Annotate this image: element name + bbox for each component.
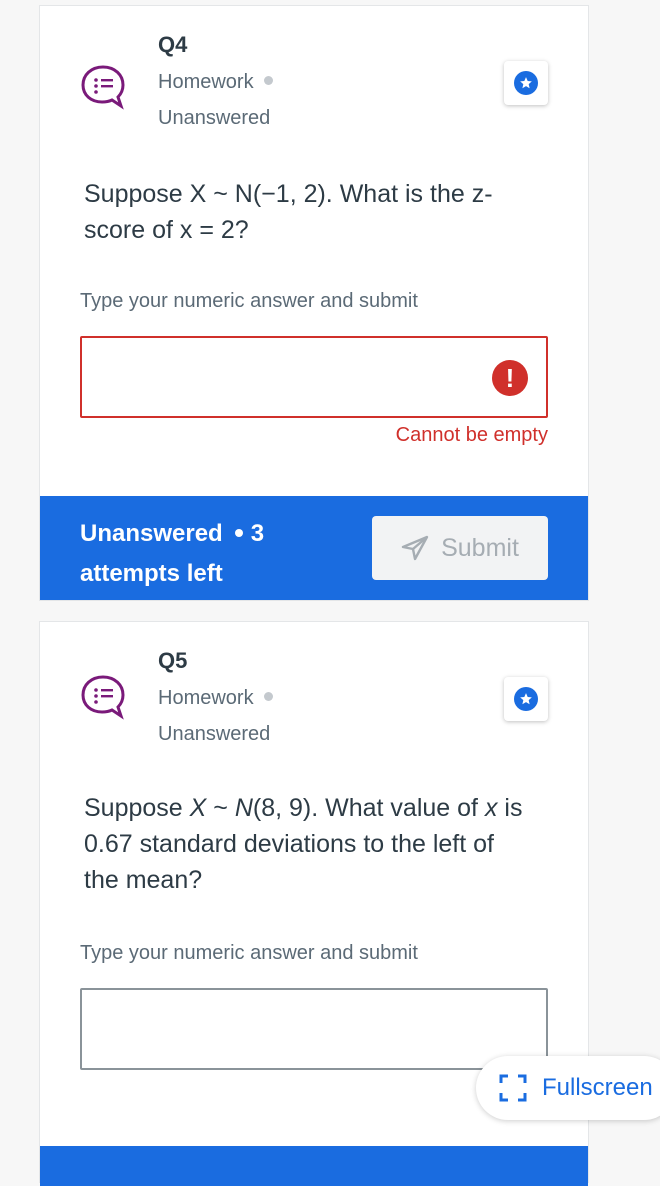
chat-bubble-list-icon — [80, 674, 126, 720]
question-text: Suppose X ~ N(8, 9). What value of x is … — [84, 790, 524, 898]
question-type: Homework — [158, 680, 273, 716]
fullscreen-label: Fullscreen — [542, 1074, 653, 1101]
star-button[interactable] — [504, 61, 548, 105]
attempts-status: Unanswered 3 attempts left — [80, 514, 320, 594]
answer-prompt: Type your numeric answer and submit — [80, 290, 418, 312]
answer-status: Unanswered — [80, 520, 223, 547]
question-text-variable: X — [189, 794, 207, 822]
question-footer — [40, 1146, 588, 1186]
star-icon — [514, 687, 538, 711]
error-message: Cannot be empty — [395, 424, 548, 446]
question-text-variable: x — [484, 794, 498, 822]
separator-dot — [263, 692, 273, 702]
question-footer: Unanswered 3 attempts left Submit — [40, 496, 588, 600]
answer-prompt: Type your numeric answer and submit — [80, 942, 418, 964]
submit-label: Submit — [441, 533, 519, 562]
question-type-label: Homework — [158, 71, 254, 93]
question-type: Homework — [158, 64, 273, 100]
answer-input[interactable] — [80, 988, 548, 1070]
submit-button[interactable]: Submit — [372, 516, 548, 580]
question-text-part: ~ — [206, 794, 235, 822]
error-icon: ! — [492, 360, 528, 396]
question-card-q4: Q4 Homework Unanswered Suppose X ~ N(−1,… — [40, 6, 588, 600]
answer-input[interactable] — [80, 336, 548, 418]
question-text-part: (8, 9). What value of — [252, 794, 485, 822]
question-type-label: Homework — [158, 687, 254, 709]
chat-bubble-list-icon — [80, 64, 126, 110]
question-status: Unanswered — [158, 107, 271, 129]
separator-dot — [234, 528, 243, 537]
question-text-part: Suppose — [84, 794, 190, 822]
question-status: Unanswered — [158, 723, 271, 745]
fullscreen-button[interactable]: Fullscreen — [476, 1056, 660, 1120]
send-arrow-icon — [401, 535, 429, 561]
question-number: Q4 — [158, 32, 188, 57]
separator-dot — [263, 76, 273, 86]
question-text-distribution: N — [234, 794, 253, 822]
question-number: Q5 — [158, 648, 188, 673]
question-text: Suppose X ~ N(−1, 2). What is the z-scor… — [84, 180, 493, 244]
star-icon — [514, 71, 538, 95]
star-button[interactable] — [504, 677, 548, 721]
fullscreen-icon — [499, 1074, 527, 1102]
